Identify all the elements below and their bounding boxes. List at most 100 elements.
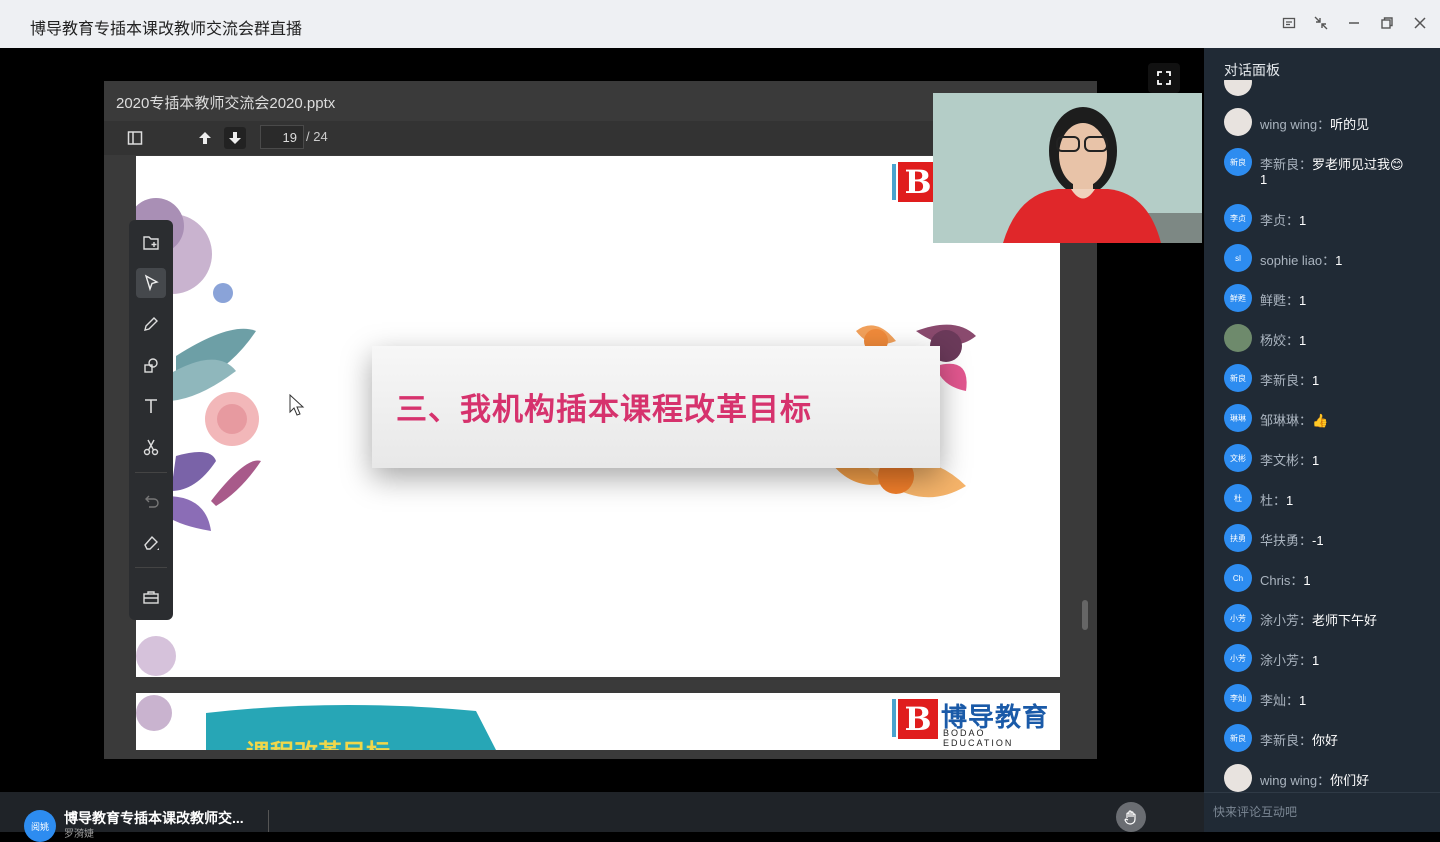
scissors-icon[interactable]: [136, 432, 166, 462]
message-text: 罗老师见过我😊: [1312, 157, 1404, 172]
user-avatar: 杜: [1224, 484, 1252, 512]
chat-message-list[interactable]: wing wing：听的见 新良 李新良：罗老师见过我😊 1 李贞 李贞：1 s…: [1204, 80, 1440, 794]
user-name: Chris: [1260, 573, 1291, 588]
logo-mark-2: B: [898, 699, 938, 739]
fullscreen-icon: [1157, 71, 1171, 85]
user-name: wing wing: [1260, 773, 1318, 788]
logo-subtext: BODAO EDUCATION: [943, 728, 1014, 748]
user-avatar: 文彬: [1224, 444, 1252, 472]
eraser-icon[interactable]: [136, 527, 166, 557]
message-text: 1: [1299, 293, 1307, 308]
message-text: 1: [1303, 573, 1311, 588]
user-avatar: 新良: [1224, 724, 1252, 752]
user-name: 李贞: [1260, 213, 1287, 228]
slide-heading: 三、我机构插本课程改革目标: [396, 392, 812, 427]
shapes-icon[interactable]: [136, 350, 166, 380]
share-icon[interactable]: [1280, 14, 1298, 32]
user-name: sophie liao: [1260, 253, 1323, 268]
user-avatar: 鲜甦: [1224, 284, 1252, 312]
user-name: 华扶勇: [1260, 533, 1300, 548]
tool-divider-2: [135, 567, 167, 568]
sidebar-toggle-icon[interactable]: [124, 127, 146, 149]
message-text: 你好: [1312, 733, 1339, 748]
message-text: 👍: [1312, 413, 1329, 428]
user-avatar: 小芳: [1224, 644, 1252, 672]
user-name: 杨姣: [1260, 333, 1287, 348]
shrink-icon[interactable]: [1312, 14, 1330, 32]
user-avatar: [1224, 324, 1252, 352]
page-number-input[interactable]: 19: [260, 125, 304, 149]
presenter-video-frame: [933, 93, 1202, 243]
file-name: 2020专插本教师交流会2020.pptx: [116, 95, 336, 112]
toolbox-icon[interactable]: [136, 582, 166, 612]
message-text: 1: [1312, 373, 1320, 388]
raise-hand-button[interactable]: [1116, 802, 1146, 832]
bottom-bar: 阅姚 博导教育专插本课改教师交... 罗漪婕: [0, 792, 1204, 842]
window-title: 博导教育专插本课改教师交流会群直播: [30, 21, 303, 38]
message-text: 你们好: [1330, 773, 1370, 788]
user-name: 涂小芳: [1260, 653, 1300, 668]
user-name: wing wing: [1260, 117, 1318, 132]
user-name: 李新良: [1260, 373, 1300, 388]
message-text-line2: 1: [1260, 172, 1268, 187]
minimize-icon[interactable]: [1345, 14, 1363, 32]
presenter-video[interactable]: [933, 93, 1202, 243]
message-text: 1: [1312, 653, 1320, 668]
message-text: 老师下午好: [1312, 613, 1378, 628]
restore-icon[interactable]: [1378, 14, 1396, 32]
user-avatar: 小芳: [1224, 604, 1252, 632]
pen-icon[interactable]: [136, 309, 166, 339]
bottom-divider: [268, 810, 269, 832]
message-text: 1: [1335, 253, 1343, 268]
chat-comment-input[interactable]: 快来评论互动吧: [1204, 792, 1440, 832]
fullscreen-button[interactable]: [1148, 63, 1180, 93]
next-page-icon[interactable]: [224, 127, 246, 149]
text-icon[interactable]: [136, 391, 166, 421]
host-name: 罗漪婕: [64, 829, 94, 840]
user-name: 李灿: [1260, 693, 1287, 708]
next-slide-preview: 课程改革目标 B 博导教育 BODAO EDUCATION: [136, 693, 1060, 750]
user-avatar: [1224, 764, 1252, 792]
user-name: 李新良: [1260, 157, 1300, 172]
close-icon[interactable]: [1411, 14, 1429, 32]
hand-icon: [1124, 810, 1136, 825]
undo-icon[interactable]: [136, 486, 166, 516]
slide-page: 三、我机构插本课程改革目标 B: [136, 156, 1060, 677]
message-text: 1: [1299, 333, 1307, 348]
user-avatar: 扶勇: [1224, 524, 1252, 552]
user-avatar: 李贞: [1224, 204, 1252, 232]
message-text: 1: [1299, 213, 1307, 228]
user-name: 鲜甦: [1260, 293, 1287, 308]
user-name: 李新良: [1260, 733, 1300, 748]
title-bar: 博导教育专插本课改教师交流会群直播: [0, 0, 1440, 48]
previous-page-icon[interactable]: [194, 127, 216, 149]
user-avatar: Ch: [1224, 564, 1252, 592]
select-pointer-icon[interactable]: [136, 268, 166, 298]
message-text: 听的见: [1330, 117, 1370, 132]
page-total: / 24: [306, 129, 328, 144]
next-slide-heading: 课程改革目标: [246, 733, 390, 750]
chat-input-placeholder: 快来评论互动吧: [1213, 805, 1298, 819]
add-page-icon[interactable]: [136, 228, 166, 258]
viewer-scrollbar[interactable]: [1082, 600, 1088, 630]
user-avatar: 李灿: [1224, 684, 1252, 712]
user-avatar: [1224, 80, 1252, 96]
message-text: 1: [1312, 453, 1320, 468]
user-name: 邹琳琳: [1260, 413, 1300, 428]
user-name: 涂小芳: [1260, 613, 1300, 628]
chat-panel: 对话面板 wing wing：听的见 新良 李新良：罗老师见过我😊 1 李贞 李…: [1204, 48, 1440, 832]
user-avatar: [1224, 108, 1252, 136]
user-name: 杜: [1260, 493, 1274, 508]
user-avatar: 琳琳: [1224, 404, 1252, 432]
logo-mark: B: [898, 162, 938, 202]
logo-strip-2: [892, 699, 896, 737]
message-text: 1: [1299, 693, 1307, 708]
chat-header: 对话面板: [1224, 62, 1280, 78]
slide-title-banner: 三、我机构插本课程改革目标: [372, 346, 940, 468]
drawing-toolbar: [129, 220, 173, 620]
user-avatar: 新良: [1224, 148, 1252, 176]
message-text: -1: [1312, 533, 1324, 548]
tool-divider: [135, 472, 167, 473]
host-avatar[interactable]: 阅姚: [24, 810, 56, 842]
user-avatar: sl: [1224, 244, 1252, 272]
